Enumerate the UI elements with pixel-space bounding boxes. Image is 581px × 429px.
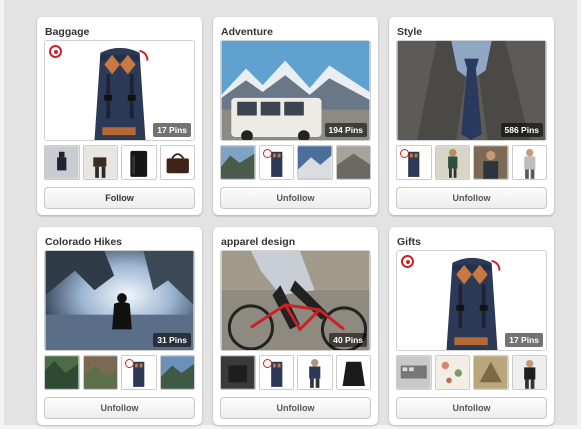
- thumbnail[interactable]: [434, 145, 470, 180]
- pins-count-badge: 194 Pins: [324, 123, 367, 137]
- board-card-colorado-hikes[interactable]: Colorado Hikes 31 Pins Unfollow: [37, 227, 202, 425]
- unfollow-button[interactable]: Unfollow: [220, 187, 371, 209]
- thumbnail[interactable]: [121, 355, 157, 390]
- unfollow-button[interactable]: Unfollow: [44, 397, 195, 419]
- board-cover-image[interactable]: 31 Pins: [44, 250, 195, 351]
- board-cover-image[interactable]: 586 Pins: [396, 40, 547, 141]
- thumbnail[interactable]: [511, 145, 547, 180]
- board-thumbnails: [220, 145, 371, 180]
- board-cover-image[interactable]: 17 Pins: [44, 40, 195, 141]
- thumbnail[interactable]: [297, 355, 333, 390]
- board-title[interactable]: apparel design: [221, 236, 295, 248]
- board-card-adventure[interactable]: Adventure 194 Pins Unfollow: [213, 17, 378, 215]
- board-cover-image[interactable]: 17 Pins: [396, 250, 547, 351]
- thumbnail[interactable]: [220, 145, 256, 180]
- pins-count-badge: 17 Pins: [505, 333, 543, 347]
- board-title[interactable]: Adventure: [221, 26, 273, 38]
- thumbnail[interactable]: [297, 145, 333, 180]
- thumbnail[interactable]: [121, 145, 157, 180]
- pins-count-badge: 40 Pins: [329, 333, 367, 347]
- board-cover-image[interactable]: 40 Pins: [220, 250, 371, 351]
- thumbnail[interactable]: [82, 355, 118, 390]
- thumbnail[interactable]: [434, 355, 470, 390]
- pin-it-icon: [125, 359, 134, 368]
- board-card-apparel-design[interactable]: apparel design 40 Pins Unfollow: [213, 227, 378, 425]
- board-cover-image[interactable]: 194 Pins: [220, 40, 371, 141]
- pin-it-icon[interactable]: [401, 255, 414, 268]
- thumbnail[interactable]: [396, 145, 432, 180]
- pins-count-badge: 586 Pins: [500, 123, 543, 137]
- board-card-gifts[interactable]: Gifts 17 Pins Unfollow: [389, 227, 554, 425]
- unfollow-button[interactable]: Unfollow: [220, 397, 371, 419]
- pin-it-icon[interactable]: [49, 45, 62, 58]
- board-thumbnails: [44, 145, 195, 180]
- board-title[interactable]: Gifts: [397, 236, 421, 248]
- thumbnail[interactable]: [258, 355, 294, 390]
- follow-button[interactable]: Follow: [44, 187, 195, 209]
- pin-it-icon: [262, 359, 272, 368]
- unfollow-button[interactable]: Unfollow: [396, 397, 547, 419]
- board-card-style[interactable]: Style 586 Pins Unfollow: [389, 17, 554, 215]
- thumbnail[interactable]: [44, 145, 80, 180]
- board-thumbnails: [396, 145, 547, 180]
- pins-count-badge: 17 Pins: [153, 123, 191, 137]
- thumbnail[interactable]: [44, 355, 80, 390]
- board-card-baggage[interactable]: Baggage 17 Pins Follow: [37, 17, 202, 215]
- unfollow-button[interactable]: Unfollow: [396, 187, 547, 209]
- thumbnail[interactable]: [258, 145, 294, 180]
- thumbnail[interactable]: [473, 355, 509, 390]
- board-thumbnails: [44, 355, 195, 390]
- thumbnail[interactable]: [159, 145, 195, 180]
- pins-count-badge: 31 Pins: [153, 333, 191, 347]
- thumbnail[interactable]: [396, 355, 432, 390]
- board-title[interactable]: Style: [397, 26, 422, 38]
- thumbnail[interactable]: [473, 145, 509, 180]
- thumbnail[interactable]: [159, 355, 195, 390]
- thumbnail[interactable]: [335, 145, 371, 180]
- board-thumbnails: [396, 355, 547, 390]
- thumbnail[interactable]: [511, 355, 547, 390]
- thumbnail[interactable]: [220, 355, 256, 390]
- thumbnail[interactable]: [82, 145, 118, 180]
- board-title[interactable]: Colorado Hikes: [45, 236, 122, 248]
- pin-it-icon: [262, 149, 272, 158]
- pin-it-icon: [400, 149, 409, 158]
- board-title[interactable]: Baggage: [45, 26, 89, 38]
- thumbnail[interactable]: [335, 355, 371, 390]
- board-thumbnails: [220, 355, 371, 390]
